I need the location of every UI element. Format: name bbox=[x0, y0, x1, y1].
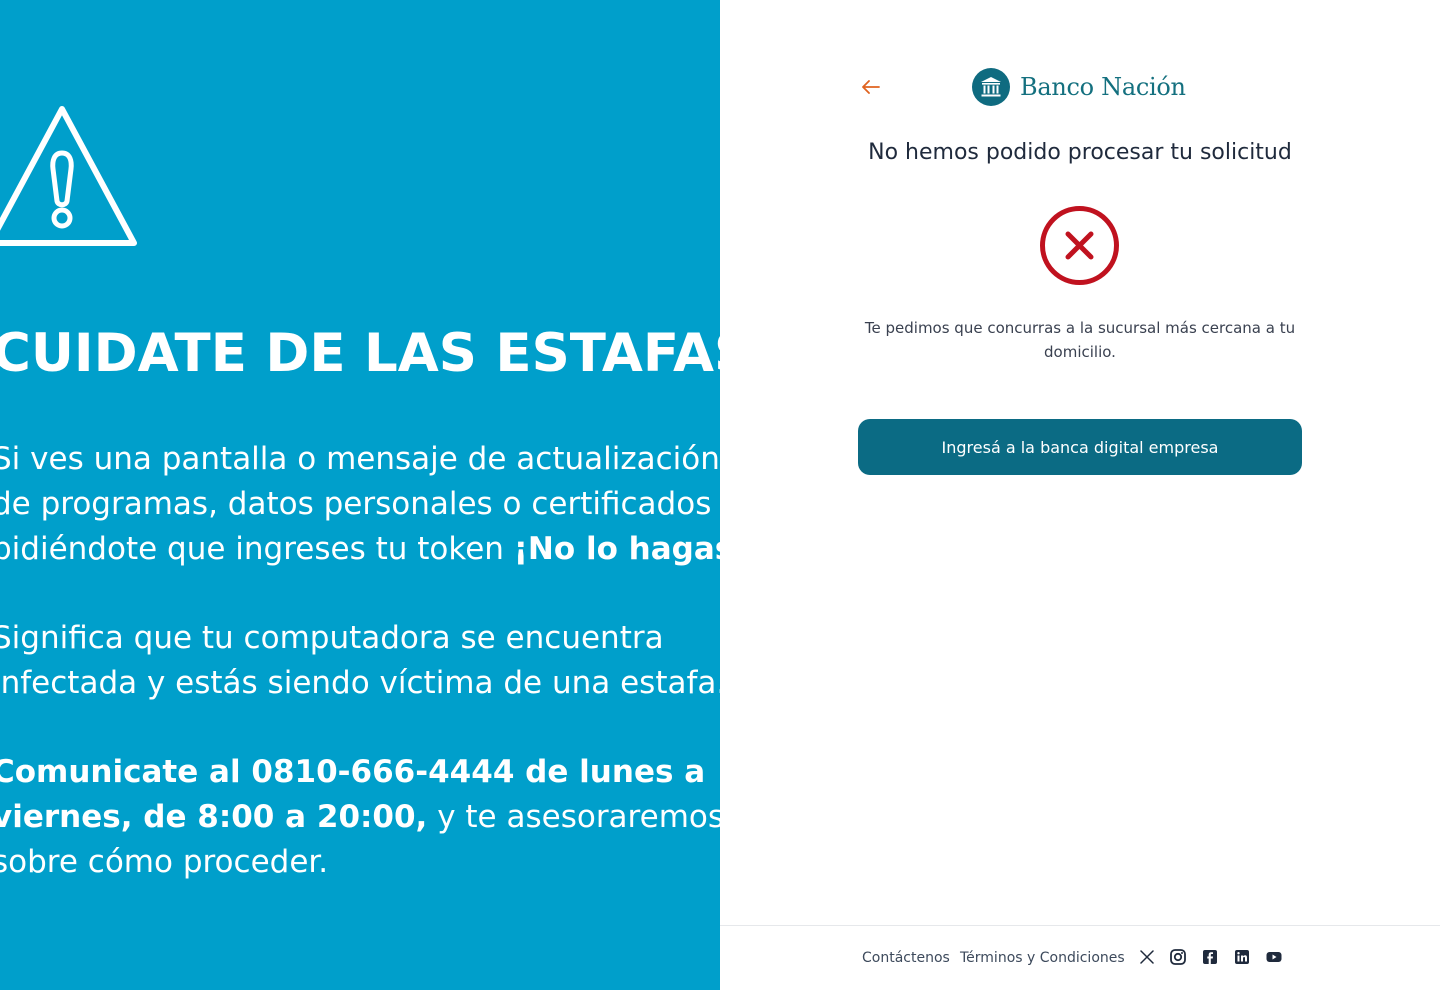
linkedin-icon[interactable] bbox=[1233, 948, 1251, 966]
banner-p1-line1: Si ves una pantalla o mensaje de actuali… bbox=[0, 441, 720, 477]
banner-p2-line1: Significa que tu computadora se encuentr… bbox=[0, 620, 664, 656]
banner-paragraph-1: Si ves una pantalla o mensaje de actuali… bbox=[0, 437, 720, 572]
bank-logo: Banco Nación bbox=[972, 68, 1186, 106]
bank-name: Banco Nación bbox=[1020, 73, 1186, 101]
error-panel: Banco Nación No hemos podido procesar tu… bbox=[720, 0, 1440, 990]
banner-paragraph-2: Significa que tu computadora se encuentr… bbox=[0, 616, 720, 706]
error-x-circle-icon bbox=[1040, 206, 1119, 285]
arrow-left-icon bbox=[862, 80, 880, 94]
footer-link-contact[interactable]: Contáctenos bbox=[862, 950, 950, 966]
facebook-icon[interactable] bbox=[1201, 948, 1219, 966]
youtube-icon[interactable] bbox=[1265, 948, 1283, 966]
banner-p2-line2: infectada y estás siendo víctima de una … bbox=[0, 665, 720, 701]
banner-title: CUIDATE DE LAS ESTAFAS bbox=[0, 323, 720, 384]
banner-p3-line1: Comunicate al 0810-666-4444 de lunes a bbox=[0, 754, 706, 790]
instagram-icon[interactable] bbox=[1169, 948, 1187, 966]
banner-p1-line3: pidiéndote que ingreses tu token bbox=[0, 531, 514, 567]
page-title: No hemos podido procesar tu solicitud bbox=[868, 140, 1292, 165]
x-twitter-icon[interactable] bbox=[1138, 948, 1156, 966]
error-message: Te pedimos que concurras a la sucursal m… bbox=[864, 319, 1296, 361]
back-button[interactable] bbox=[858, 74, 884, 100]
scam-warning-banner: CUIDATE DE LAS ESTAFAS Si ves una pantal… bbox=[0, 0, 720, 990]
banner-paragraph-3: Comunicate al 0810-666-4444 de lunes a v… bbox=[0, 750, 720, 885]
banner-p3-line2: y te asesoraremos bbox=[427, 799, 720, 835]
enter-digital-banking-button[interactable]: Ingresá a la banca digital empresa bbox=[858, 419, 1302, 475]
banner-p1-line2: de programas, datos personales o certifi… bbox=[0, 486, 712, 522]
banner-p3-line3: sobre cómo proceder. bbox=[0, 844, 329, 880]
warning-triangle-icon bbox=[0, 106, 137, 246]
footer: Contáctenos Términos y Condiciones bbox=[720, 925, 1440, 991]
banner-p3-contact-hours: viernes, de 8:00 a 20:00, bbox=[0, 799, 428, 835]
bank-building-icon bbox=[972, 68, 1010, 106]
banner-p1-emphasis: ¡No lo hagas! bbox=[513, 531, 720, 567]
footer-link-terms[interactable]: Términos y Condiciones bbox=[960, 950, 1125, 966]
